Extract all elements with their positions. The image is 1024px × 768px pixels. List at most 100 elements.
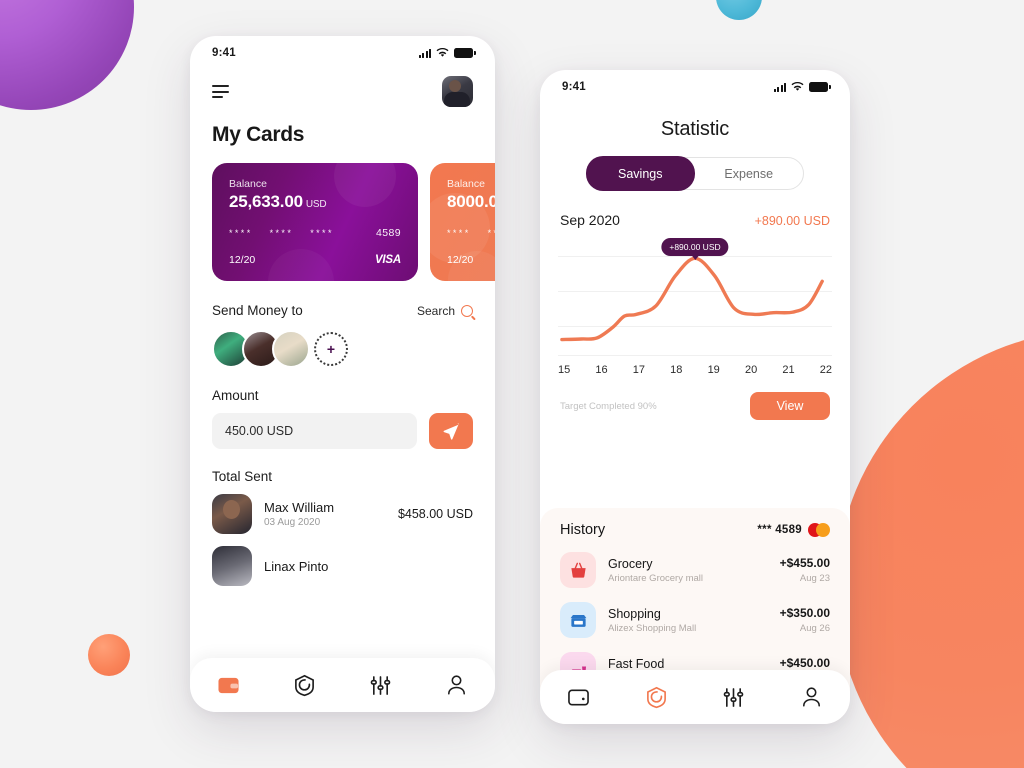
send-money-button[interactable] (429, 413, 473, 449)
nav-profile[interactable] (788, 680, 834, 714)
search-button[interactable]: Search (417, 304, 473, 318)
add-contact-button[interactable]: + (314, 332, 348, 366)
view-button[interactable]: View (750, 392, 830, 420)
orange-small-sphere-decoration (88, 634, 130, 676)
bank-card-secondary[interactable]: Balance 8000.00 **** **** 12/20 (430, 163, 495, 281)
card-mask-group: **** (487, 228, 495, 238)
x-tick: 20 (744, 364, 758, 376)
contact-name: Max William (264, 500, 335, 515)
page-title: Statistic (660, 118, 730, 140)
card-mask-group: **** (229, 228, 253, 238)
history-card-selector[interactable]: *** 4589 (757, 523, 830, 537)
status-bar: 9:41 (540, 70, 850, 104)
history-item-name: Fast Food (608, 656, 665, 671)
send-money-header: Send Money to Search (190, 281, 495, 318)
nav-statistics[interactable] (633, 680, 679, 714)
card-balance-amount: 25,633.00 USD (229, 192, 401, 212)
status-time: 9:41 (562, 81, 586, 93)
nav-statistics[interactable] (281, 668, 327, 702)
history-item-values: +$350.00 Aug 26 (780, 606, 830, 634)
chart-x-axis: 15 16 17 18 19 20 21 22 (540, 356, 850, 376)
x-tick: 15 (558, 364, 571, 376)
user-avatar[interactable] (442, 76, 473, 107)
mastercard-icon (808, 523, 830, 537)
avatar (212, 546, 252, 586)
wallet-icon (218, 677, 239, 693)
wallet-icon (568, 689, 590, 705)
nav-settings[interactable] (358, 668, 404, 702)
x-tick: 19 (707, 364, 720, 376)
card-number-row: **** **** **** 4589 (229, 227, 401, 239)
card-masked-digits: **** **** (447, 228, 495, 238)
history-item-subtitle: Alizex Shopping Mall (608, 622, 697, 634)
target-row: Target Completed 90% View (540, 376, 850, 434)
history-item-meta: Grocery Ariontare Grocery mall (608, 557, 768, 584)
battery-icon (809, 82, 831, 92)
cards-carousel[interactable]: Balance 25,633.00 USD **** **** **** 4589… (190, 147, 495, 281)
card-masked-digits: **** **** **** (229, 228, 334, 238)
hamburger-menu-icon[interactable] (212, 85, 229, 98)
total-sent-meta: Max William 03 Aug 2020 (264, 500, 386, 528)
history-title: History (560, 522, 606, 538)
battery-icon (454, 48, 476, 58)
person-icon (448, 675, 466, 695)
nav-wallet[interactable] (556, 680, 602, 714)
status-icons (418, 48, 476, 58)
avatar (212, 494, 252, 534)
history-list-item[interactable]: Shopping Alizex Shopping Mall +$350.00 A… (560, 588, 830, 638)
magnifier-icon (461, 304, 473, 317)
transaction-amount: $458.00 USD (397, 507, 473, 521)
nav-profile[interactable] (434, 668, 480, 702)
bank-card-primary[interactable]: Balance 25,633.00 USD **** **** **** 4589… (212, 163, 418, 281)
transaction-date: 03 Aug 2020 (264, 517, 321, 528)
card-mask-group: **** (269, 228, 294, 238)
card-last4: 4589 (376, 227, 401, 239)
bottom-navigation (540, 670, 850, 724)
target-completed-label: Target Completed 90% (560, 400, 657, 412)
tab-expense[interactable]: Expense (695, 157, 804, 190)
card-balance-amount: 8000.00 (447, 192, 495, 212)
app-header (190, 70, 495, 107)
history-item-amount: +$350.00 (779, 606, 830, 620)
history-header: History *** 4589 (560, 522, 830, 538)
stat-total-amount: +890.00 USD (754, 214, 830, 228)
card-expiry: 12/20 (229, 254, 256, 266)
history-item-amount: +$455.00 (779, 556, 830, 570)
wifi-icon (791, 82, 804, 91)
signal-bars-icon (418, 48, 431, 58)
history-item-values: +$455.00 Aug 23 (780, 556, 830, 584)
sliders-icon (370, 675, 391, 695)
total-sent-list-item[interactable]: Max William 03 Aug 2020 $458.00 USD (190, 484, 495, 534)
nav-settings[interactable] (711, 680, 757, 714)
card-balance-label: Balance (447, 178, 485, 190)
orange-large-circle-decoration (836, 330, 1024, 768)
segmented-tabs: Savings Expense (586, 156, 804, 191)
card-currency: USD (305, 199, 327, 210)
history-list-item[interactable]: Grocery Ariontare Grocery mall +$455.00 … (560, 538, 830, 588)
card-balance-label: Balance (229, 178, 267, 190)
status-icons (773, 82, 831, 92)
total-sent-list-item[interactable]: Linax Pinto (190, 534, 495, 586)
purple-sphere-decoration (0, 0, 134, 110)
nav-wallet[interactable] (205, 668, 251, 702)
card-balance-value: 25,633.00 (229, 192, 303, 211)
contact-avatar-3[interactable] (272, 330, 310, 368)
contacts-row: + (190, 318, 495, 368)
history-item-amount: +$450.00 (779, 656, 830, 670)
card-number-row: **** **** (447, 228, 495, 238)
x-tick: 16 (595, 364, 608, 376)
history-item-name: Grocery (608, 556, 653, 571)
teal-circle-decoration (716, 0, 762, 20)
stat-month-label: Sep 2020 (560, 212, 620, 228)
card-footer-row: 12/20 (447, 254, 495, 266)
send-paper-plane-icon (443, 422, 459, 440)
total-sent-meta: Linax Pinto (264, 559, 473, 574)
bottom-navigation (190, 658, 495, 712)
card-balance-value: 8000.00 (447, 192, 495, 211)
amount-input[interactable] (212, 413, 417, 449)
tab-savings[interactable]: Savings (586, 156, 695, 191)
history-item-date: Aug 23 (799, 573, 830, 584)
contact-name: Linax Pinto (264, 558, 329, 574)
x-tick: 18 (670, 364, 683, 376)
search-label: Search (416, 303, 455, 318)
